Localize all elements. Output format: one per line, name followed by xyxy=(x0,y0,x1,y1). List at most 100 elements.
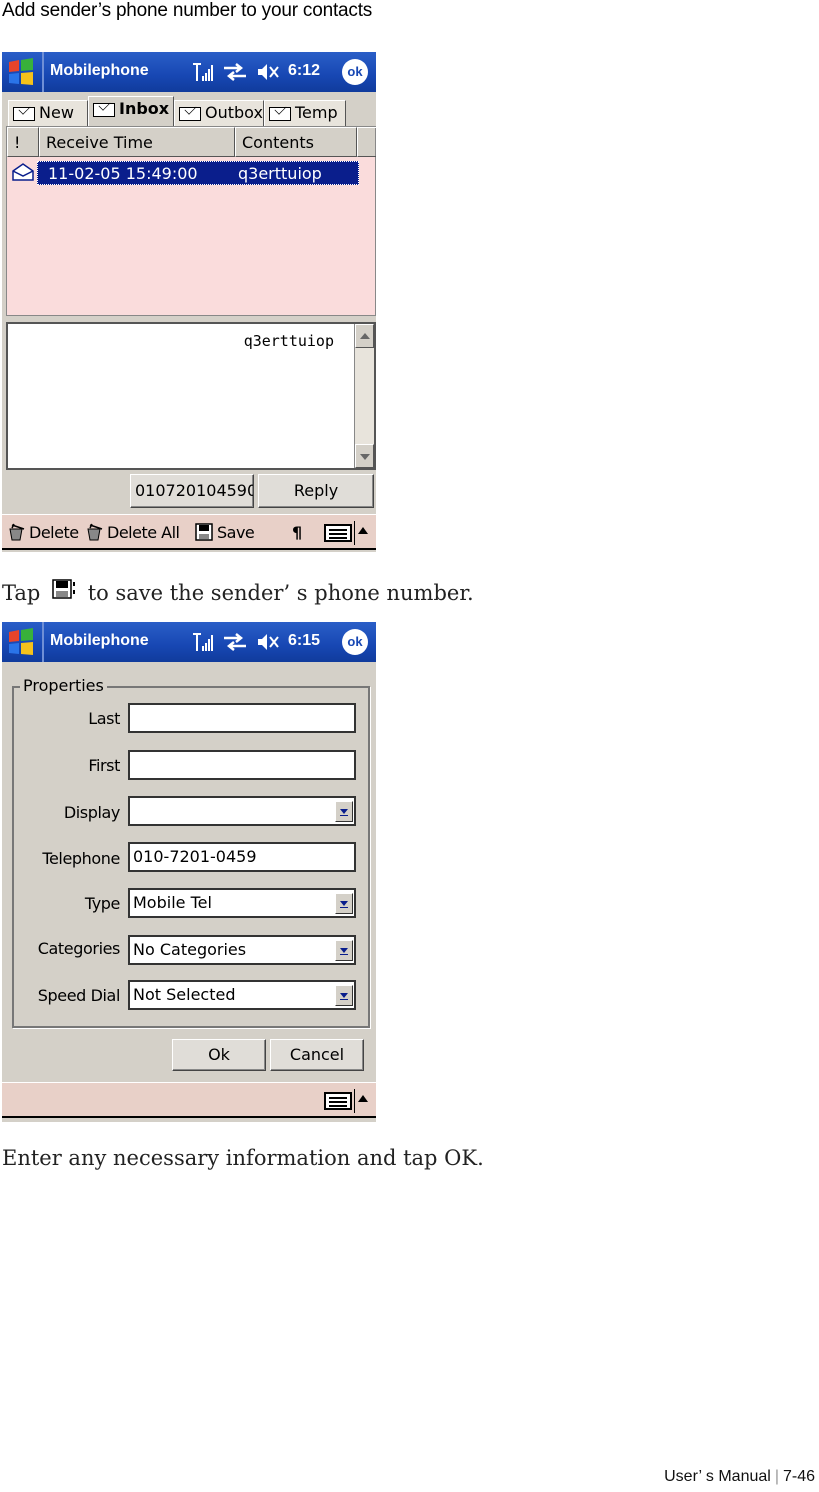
display-select[interactable] xyxy=(128,796,356,826)
message-time: 11-02-05 15:49:00 xyxy=(48,164,198,183)
message-row[interactable]: 11-02-05 15:49:00 q3erttuiop xyxy=(37,161,359,185)
caption-tap-save: Tap to save the sender’ s phone number. xyxy=(2,578,474,605)
delete-all-menu[interactable]: Delete All xyxy=(84,523,180,542)
first-label: First xyxy=(88,756,120,775)
cancel-button[interactable]: Cancel xyxy=(270,1039,364,1071)
categories-label: Categories xyxy=(37,939,121,958)
volume-icon[interactable] xyxy=(256,631,280,653)
tab-label: New xyxy=(39,103,74,122)
command-bar: Delete Delete All Save ¶ xyxy=(2,514,376,550)
caption-save-instruction: to save the sender’ s phone number. xyxy=(87,581,474,605)
dropdown-arrow-icon[interactable] xyxy=(335,893,353,914)
preview-scrollbar[interactable] xyxy=(354,324,374,468)
type-label: Type xyxy=(84,894,121,913)
signal-icon[interactable] xyxy=(192,631,214,653)
telephone-label: Telephone xyxy=(42,849,120,868)
speed-dial-value: Not Selected xyxy=(133,985,236,1004)
speed-dial-select[interactable]: Not Selected xyxy=(128,980,356,1010)
save-menu[interactable]: Save xyxy=(194,523,255,542)
telephone-field[interactable]: 010-7201-0459 xyxy=(128,842,356,872)
delete-all-icon xyxy=(87,523,103,541)
delete-all-label: Delete All xyxy=(107,523,180,542)
title-divider xyxy=(42,622,44,662)
sender-number-button[interactable]: 010720104590 xyxy=(130,474,254,508)
dropdown-arrow-icon[interactable] xyxy=(335,801,353,822)
tab-new[interactable]: New xyxy=(8,100,88,126)
type-select[interactable]: Mobile Tel xyxy=(128,888,356,918)
message-list[interactable]: ! Receive Time Contents 11-02-05 15:49:0… xyxy=(6,126,376,316)
title-divider xyxy=(42,52,44,92)
floppy-disk-icon xyxy=(195,523,213,541)
preview-text: q3erttuiop xyxy=(243,332,334,350)
tab-temp[interactable]: Temp xyxy=(264,100,346,126)
tab-label: Inbox xyxy=(119,99,170,118)
start-menu-icon[interactable] xyxy=(6,628,36,656)
column-priority[interactable]: ! xyxy=(7,127,39,157)
keyboard-separator xyxy=(354,521,355,545)
list-header: ! Receive Time Contents xyxy=(7,127,376,157)
footer-manual: User’ s Manual xyxy=(664,1468,771,1485)
delete-menu[interactable]: Delete xyxy=(6,523,79,542)
envelope-icon xyxy=(13,107,35,121)
floppy-disk-icon xyxy=(52,579,76,599)
delete-label: Delete xyxy=(29,523,79,542)
volume-icon[interactable] xyxy=(256,61,280,83)
message-content: q3erttuiop xyxy=(238,164,322,183)
outbox-envelope-icon xyxy=(179,107,201,121)
command-bar xyxy=(2,1082,376,1118)
ok-form-button[interactable]: Ok xyxy=(172,1039,266,1071)
page-number: 7-46 xyxy=(782,1468,815,1485)
clock[interactable]: 6:12 xyxy=(288,62,320,80)
connectivity-icon[interactable] xyxy=(222,61,248,83)
caption-enter-info: Enter any necessary information and tap … xyxy=(2,1146,484,1170)
footer-separator: | xyxy=(774,1468,779,1485)
message-preview[interactable]: q3erttuiop xyxy=(6,322,376,470)
contact-properties-screenshot: Mobilephone 6:15 ok Properties Last Firs… xyxy=(2,622,376,1122)
categories-value: No Categories xyxy=(133,940,247,959)
caption-tap: Tap xyxy=(2,581,41,605)
document-heading: Add sender’s phone number to your contac… xyxy=(2,0,373,21)
scroll-down-button[interactable] xyxy=(355,444,374,468)
app-title: Mobilephone xyxy=(50,632,149,649)
paragraph-icon[interactable]: ¶ xyxy=(292,523,302,542)
dropdown-arrow-icon[interactable] xyxy=(335,985,353,1006)
dropdown-arrow-icon[interactable] xyxy=(335,940,353,961)
inbox-screenshot: Mobilephone 6:12 ok New Inbox Outbox Tem… xyxy=(2,52,376,552)
save-label: Save xyxy=(217,523,255,542)
folder-tabs: New Inbox Outbox Temp xyxy=(2,96,376,126)
page-footer: User’ s Manual | 7-46 xyxy=(664,1468,815,1486)
tab-label: Outbox xyxy=(205,103,263,122)
message-read-icon xyxy=(12,163,34,181)
temp-envelope-icon xyxy=(269,107,291,121)
input-menu-arrow-icon[interactable] xyxy=(358,1095,368,1102)
input-menu-arrow-icon[interactable] xyxy=(358,527,368,534)
signal-icon[interactable] xyxy=(192,61,214,83)
column-contents[interactable]: Contents xyxy=(235,127,357,157)
display-label: Display xyxy=(63,803,121,822)
column-spacer xyxy=(357,127,376,157)
clock[interactable]: 6:15 xyxy=(288,632,320,650)
inbox-envelope-icon xyxy=(93,103,115,117)
keyboard-icon[interactable] xyxy=(324,1092,352,1110)
ok-button[interactable]: ok xyxy=(342,59,368,85)
type-value: Mobile Tel xyxy=(133,893,212,912)
start-menu-icon[interactable] xyxy=(6,58,36,86)
speed-dial-label: Speed Dial xyxy=(37,986,121,1005)
first-name-field[interactable] xyxy=(128,750,356,780)
column-receive-time[interactable]: Receive Time xyxy=(39,127,235,157)
last-name-field[interactable] xyxy=(128,703,356,733)
app-title: Mobilephone xyxy=(50,62,149,79)
delete-icon xyxy=(9,523,25,541)
title-bar: Mobilephone 6:15 ok xyxy=(2,622,376,662)
reply-button[interactable]: Reply xyxy=(258,474,374,508)
tab-label: Temp xyxy=(295,103,338,122)
tab-outbox[interactable]: Outbox xyxy=(174,100,264,126)
keyboard-icon[interactable] xyxy=(324,524,352,542)
action-row: 010720104590 Reply xyxy=(2,470,376,514)
connectivity-icon[interactable] xyxy=(222,631,248,653)
properties-legend: Properties xyxy=(20,676,107,695)
scroll-up-button[interactable] xyxy=(355,324,374,348)
categories-select[interactable]: No Categories xyxy=(128,935,356,965)
tab-inbox[interactable]: Inbox xyxy=(88,96,174,126)
ok-button[interactable]: ok xyxy=(342,629,368,655)
